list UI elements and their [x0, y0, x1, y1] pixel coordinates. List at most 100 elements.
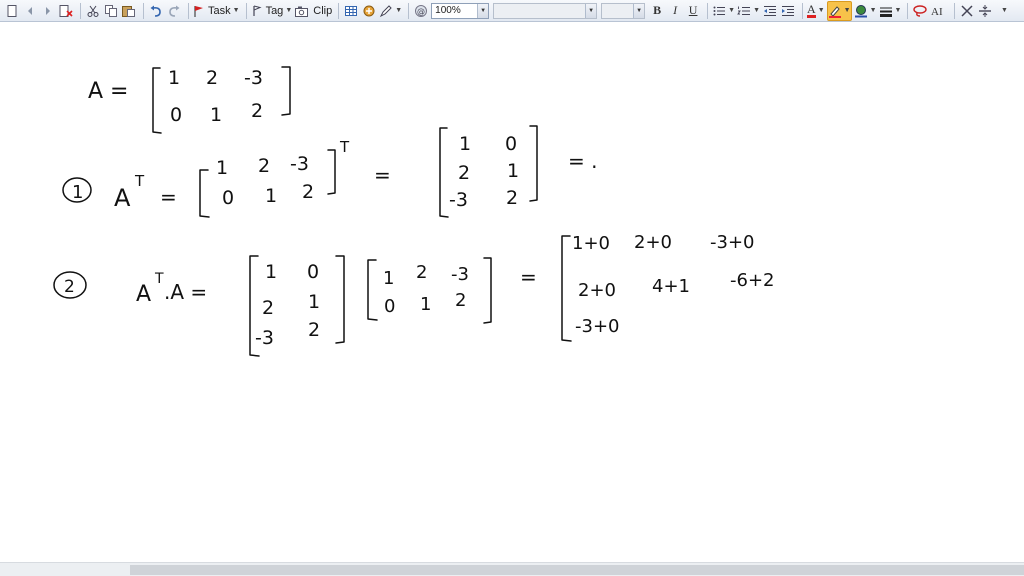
pen-button[interactable]: ▼: [379, 2, 402, 20]
font-family-select[interactable]: ▼: [493, 2, 598, 19]
clip-button[interactable]: Clip: [294, 2, 332, 20]
redo-button[interactable]: [166, 2, 182, 20]
back-icon: [28, 6, 32, 15]
new-page-button[interactable]: [4, 2, 20, 20]
underline-button[interactable]: U: [685, 2, 701, 20]
more-button[interactable]: ▼: [995, 2, 1011, 20]
eraser-button[interactable]: [959, 2, 975, 20]
matrix-cell: 2: [206, 67, 218, 89]
horizontal-scrollbar[interactable]: [0, 562, 1024, 576]
matrix-cell: 1+0: [572, 233, 610, 254]
delete-page-button[interactable]: [58, 2, 74, 20]
line2-transpose-superscript: T: [339, 138, 350, 156]
bold-button[interactable]: B: [649, 2, 665, 20]
font-size-select[interactable]: ▼: [601, 2, 646, 19]
matrix-cell: 0: [307, 261, 319, 283]
paste-icon: [122, 5, 135, 17]
delete-page-icon: [59, 4, 73, 17]
italic-button[interactable]: I: [667, 2, 683, 20]
indent-icon: [782, 5, 795, 16]
toolbar-separator: [707, 2, 709, 19]
tag-icon: [252, 5, 262, 16]
line2-equals-3: = .: [568, 149, 597, 173]
bullet-list-caret: ▼: [728, 7, 736, 14]
toolbar-separator: [802, 2, 804, 19]
space-icon: [979, 4, 992, 17]
font-size-dropdown-arrow[interactable]: ▼: [633, 3, 645, 18]
matrix-cell: -3: [255, 327, 274, 349]
indent-button[interactable]: [780, 2, 796, 20]
pen-color-icon: [854, 4, 867, 17]
matrix-cell: -3: [449, 189, 468, 211]
flag-icon: [194, 5, 203, 17]
task-button[interactable]: Task ▼: [193, 2, 240, 20]
line2-result-left-bracket: [439, 127, 449, 218]
at-icon: @: [415, 4, 428, 17]
pen-color-button[interactable]: ▼: [854, 2, 877, 20]
outdent-button[interactable]: [762, 2, 778, 20]
highlighter-icon: [828, 5, 841, 18]
insert-icon: [363, 5, 375, 16]
matrix-cell: 1: [216, 157, 228, 179]
zoom-dropdown-arrow[interactable]: ▼: [477, 3, 489, 18]
insert-button[interactable]: [361, 2, 377, 20]
at-button[interactable]: @: [413, 2, 429, 20]
cut-button[interactable]: [85, 2, 101, 20]
line-weight-caret: ▼: [894, 7, 902, 14]
line3-result-left-bracket: [561, 235, 572, 342]
matrix-cell: 2: [455, 290, 466, 311]
zoom-select[interactable]: 100% ▼: [431, 2, 490, 19]
highlighter-button[interactable]: ▼: [826, 0, 852, 21]
eraser-icon: [961, 4, 973, 17]
font-color-button[interactable]: A ▼: [807, 2, 825, 20]
matrix-cell: -3+0: [710, 232, 754, 253]
lasso-button[interactable]: [912, 2, 928, 20]
svg-text:AI: AI: [931, 6, 943, 18]
matrix-cell: 2: [302, 181, 314, 203]
line3-matrix-1: 1 0 2 1 -3 2: [255, 261, 320, 349]
toolbar-separator: [408, 2, 410, 19]
number-list-caret: ▼: [753, 7, 761, 14]
copy-button[interactable]: [103, 2, 119, 20]
matrix-cell: 0: [222, 187, 234, 209]
back-button[interactable]: [22, 2, 38, 20]
task-label: Task: [208, 4, 231, 17]
camera-icon: [295, 6, 309, 17]
scrollbar-thumb[interactable]: [130, 565, 1024, 575]
font-color-icon: A: [807, 1, 816, 18]
text-mode-icon: AI: [931, 6, 943, 18]
matrix-cell: -6+2: [730, 270, 774, 291]
forward-icon: [46, 6, 50, 15]
number-list-button[interactable]: ▼: [737, 2, 760, 20]
insert-space-button[interactable]: [977, 2, 993, 20]
tag-button[interactable]: Tag ▼: [251, 2, 292, 20]
text-mode-button[interactable]: AI: [930, 2, 948, 20]
toolbar-separator: [143, 2, 144, 19]
matrix-cell: 2+0: [578, 280, 616, 301]
step-2-number: 2: [64, 277, 75, 297]
line3-result-matrix: 1+0 2+0 -3+0 2+0 4+1 -6+2 -3+0: [572, 232, 774, 337]
toolbar-separator: [954, 2, 956, 19]
new-page-icon: [7, 4, 17, 17]
forward-button[interactable]: [40, 2, 56, 20]
paste-button[interactable]: [121, 2, 137, 20]
line3-matrix-2: 1 2 -3 0 1 2: [383, 262, 469, 317]
table-button[interactable]: [343, 2, 359, 20]
font-family-dropdown-arrow[interactable]: ▼: [585, 3, 597, 18]
number-list-icon: [737, 6, 751, 15]
matrix-cell: 1: [459, 133, 471, 155]
bullet-list-button[interactable]: ▼: [712, 2, 735, 20]
matrix-cell: 0: [170, 104, 182, 126]
line2-lhs: A: [114, 184, 131, 212]
note-canvas[interactable]: A = 1 2 -3 0 1 2 1 A T = 1 2 -3 0 1 2 T …: [0, 22, 1024, 562]
matrix-cell: 1: [168, 67, 180, 89]
undo-button[interactable]: [148, 2, 164, 20]
line1-lhs: A =: [88, 79, 128, 104]
undo-icon: [150, 5, 161, 17]
matrix-cell: 1: [383, 268, 394, 289]
line2-lhs-superscript: T: [134, 172, 145, 190]
line-weight-button[interactable]: ▼: [879, 2, 902, 20]
line3-lhs-rest: .A =: [164, 280, 207, 304]
tag-label: Tag: [265, 4, 284, 17]
step-1-marker: 1: [62, 177, 92, 203]
